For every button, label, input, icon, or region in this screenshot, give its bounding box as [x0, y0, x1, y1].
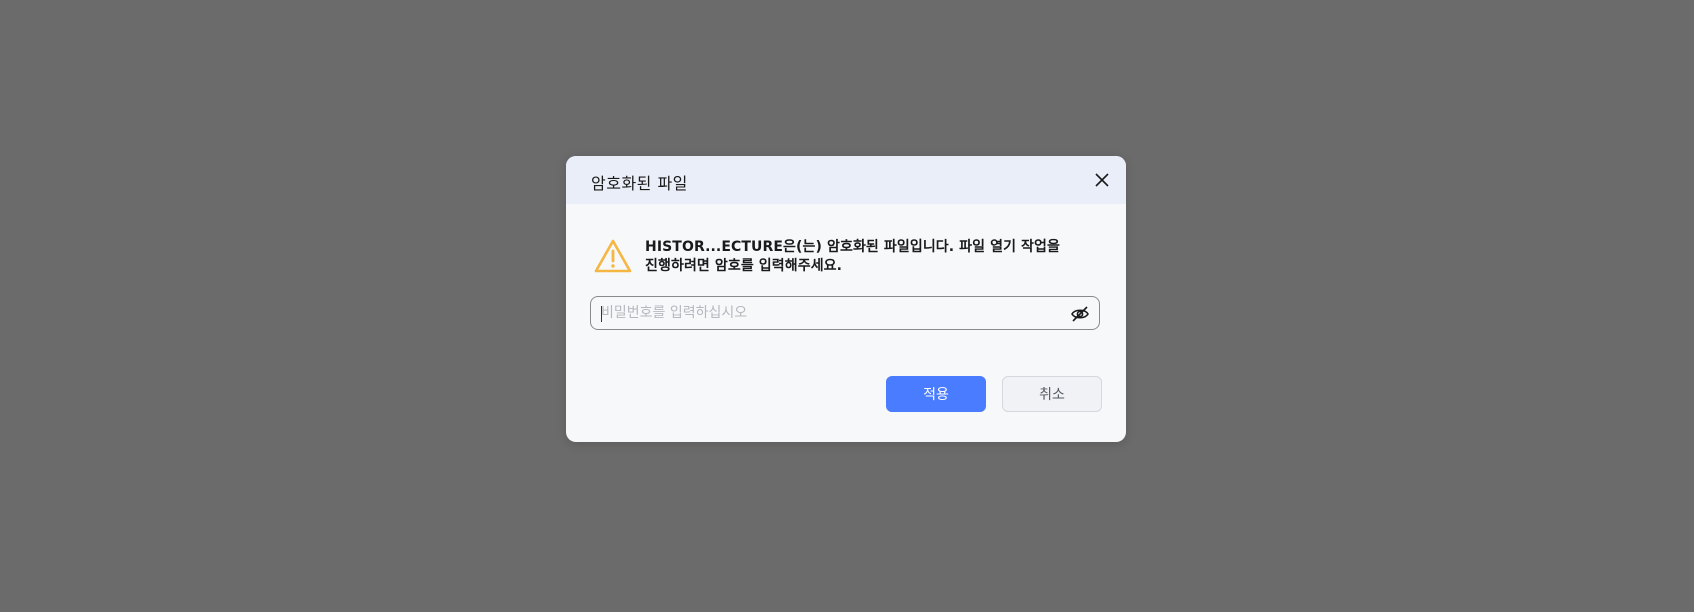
message-row: HISTOR...ECTURE은(는) 암호화된 파일입니다. 파일 열기 작업…: [593, 238, 1093, 276]
message-text: HISTOR...ECTURE은(는) 암호화된 파일입니다. 파일 열기 작업…: [645, 238, 1060, 276]
eye-off-icon: [1071, 306, 1089, 322]
dialog-header: 암호화된 파일: [566, 156, 1126, 204]
apply-button[interactable]: 적용: [886, 376, 986, 412]
close-icon: [1095, 173, 1109, 187]
password-input[interactable]: [601, 297, 1051, 329]
text-caret: [601, 306, 602, 322]
modal-overlay: 암호화된 파일 HISTOR...ECTURE은(는) 암호화된 파일입니다. …: [0, 0, 1694, 612]
toggle-visibility-button[interactable]: [1069, 303, 1091, 325]
encrypted-file-dialog: 암호화된 파일 HISTOR...ECTURE은(는) 암호화된 파일입니다. …: [566, 156, 1126, 442]
message-line-1: HISTOR...ECTURE은(는) 암호화된 파일입니다. 파일 열기 작업…: [645, 239, 1060, 255]
message-line-2: 진행하려면 암호를 입력해주세요.: [645, 258, 843, 274]
dialog-title: 암호화된 파일: [591, 174, 688, 193]
close-button[interactable]: [1092, 170, 1112, 190]
password-field[interactable]: [590, 296, 1100, 330]
cancel-button[interactable]: 취소: [1002, 376, 1102, 412]
warning-triangle-icon: [594, 239, 632, 273]
